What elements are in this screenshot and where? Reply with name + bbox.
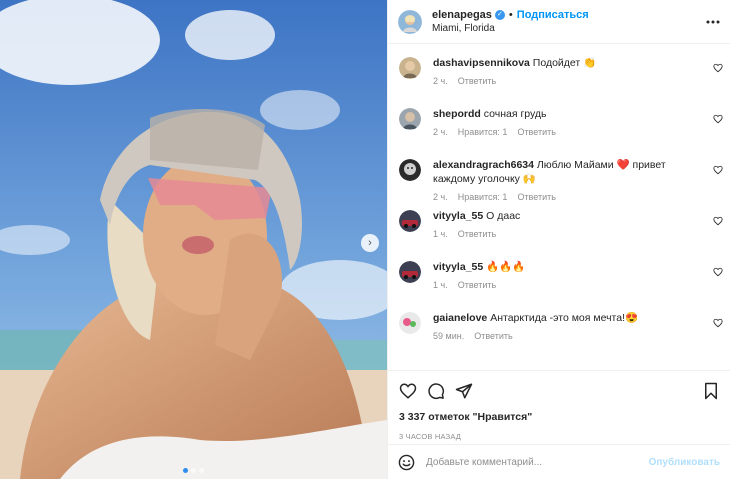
bookmark-icon[interactable] bbox=[702, 382, 720, 400]
share-icon[interactable] bbox=[455, 382, 473, 400]
comment-icon[interactable] bbox=[427, 382, 445, 400]
avatar[interactable] bbox=[399, 159, 421, 181]
comment-time[interactable]: 59 мин. bbox=[433, 331, 464, 341]
like-icon[interactable] bbox=[399, 382, 417, 400]
reply-button[interactable]: Ответить bbox=[517, 127, 555, 137]
comment-item: shepordd сочная грудь 2 ч. Нравится: 1 Отв… bbox=[388, 107, 730, 158]
comment-username[interactable]: vityyla_55 bbox=[433, 210, 483, 222]
heart-icon[interactable] bbox=[713, 267, 723, 277]
likes-count[interactable]: 3 337 отметок "Нравится" bbox=[399, 411, 720, 423]
reply-button[interactable]: Ответить bbox=[474, 331, 512, 341]
instagram-post: › elenapegas ✓ • Подписаться Miami, Flor… bbox=[0, 0, 730, 479]
follow-button[interactable]: Подписаться bbox=[517, 8, 589, 22]
carousel-dot bbox=[199, 468, 204, 473]
heart-icon[interactable] bbox=[713, 63, 723, 73]
comment-text: сочная грудь bbox=[483, 108, 547, 120]
comment-time[interactable]: 1 ч. bbox=[433, 229, 448, 239]
comments-list: dashavipsennikova Подойдет 👏 2 ч. Ответит… bbox=[388, 44, 730, 370]
comment-time[interactable]: 1 ч. bbox=[433, 280, 448, 290]
comment-item: vityyla_55 О даас 1 ч. Ответить bbox=[388, 209, 730, 260]
comment-item: vityyla_55 🔥🔥🔥 1 ч. Ответить bbox=[388, 260, 730, 311]
comment-username[interactable]: gaianelove bbox=[433, 312, 487, 324]
comment-time[interactable]: 2 ч. bbox=[433, 127, 448, 137]
post-actions: 3 337 отметок "Нравится" 3 ЧАСОВ НАЗАД bbox=[388, 370, 730, 441]
heart-icon[interactable] bbox=[713, 216, 723, 226]
location-link[interactable]: Miami, Florida bbox=[432, 22, 589, 36]
author-username[interactable]: elenapegas bbox=[432, 8, 492, 22]
next-image-button[interactable]: › bbox=[361, 234, 379, 252]
comment-username[interactable]: vityyla_55 bbox=[433, 261, 483, 273]
comment-input[interactable] bbox=[426, 456, 649, 468]
comment-username[interactable]: alexandragrach6634 bbox=[433, 159, 534, 171]
heart-icon[interactable] bbox=[713, 165, 723, 175]
comment-text: 🔥🔥🔥 bbox=[486, 261, 526, 273]
reply-button[interactable]: Ответить bbox=[458, 76, 496, 86]
comment-item: dashavipsennikova Подойдет 👏 2 ч. Ответит… bbox=[388, 56, 730, 107]
comment-username[interactable]: dashavipsennikova bbox=[433, 57, 530, 69]
reply-button[interactable]: Ответить bbox=[517, 192, 555, 202]
comment-item: alexandragrach6634 Люблю Майами ❤️ приве… bbox=[388, 158, 730, 209]
comment-item: gaianelove Антарктида -это моя мечта!😍 5… bbox=[388, 311, 730, 362]
comment-likes[interactable]: Нравится: 1 bbox=[458, 127, 508, 137]
comment-text: Антарктида -это моя мечта!😍 bbox=[490, 312, 639, 324]
verified-icon: ✓ bbox=[494, 9, 505, 20]
post-sidebar: elenapegas ✓ • Подписаться Miami, Florid… bbox=[387, 0, 730, 479]
comment-time[interactable]: 2 ч. bbox=[433, 76, 448, 86]
chevron-right-icon: › bbox=[368, 237, 372, 249]
carousel-dot bbox=[191, 468, 196, 473]
carousel-dot bbox=[183, 468, 188, 473]
comment-likes[interactable]: Нравится: 1 bbox=[458, 192, 508, 202]
photo-selfie bbox=[0, 0, 387, 479]
heart-icon[interactable] bbox=[713, 114, 723, 124]
heart-icon[interactable] bbox=[713, 318, 723, 328]
avatar[interactable] bbox=[398, 9, 422, 34]
avatar[interactable] bbox=[399, 108, 421, 130]
emoji-icon[interactable] bbox=[398, 454, 415, 471]
reply-button[interactable]: Ответить bbox=[458, 280, 496, 290]
comment-time[interactable]: 2 ч. bbox=[433, 192, 448, 202]
post-time[interactable]: 3 ЧАСОВ НАЗАД bbox=[399, 432, 720, 441]
avatar[interactable] bbox=[399, 261, 421, 283]
comment-text: О даас bbox=[486, 210, 521, 222]
comment-username[interactable]: shepordd bbox=[433, 108, 481, 120]
avatar[interactable] bbox=[399, 210, 421, 232]
separator: • bbox=[508, 8, 513, 21]
post-header: elenapegas ✓ • Подписаться Miami, Florid… bbox=[388, 0, 730, 44]
carousel-dots bbox=[0, 468, 387, 473]
reply-button[interactable]: Ответить bbox=[458, 229, 496, 239]
post-image[interactable]: › bbox=[0, 0, 387, 479]
avatar[interactable] bbox=[399, 312, 421, 334]
add-comment-bar: Опубликовать bbox=[388, 444, 730, 479]
comment-text: Подойдет 👏 bbox=[532, 57, 597, 69]
avatar[interactable] bbox=[399, 57, 421, 79]
more-options-icon[interactable] bbox=[706, 14, 720, 26]
publish-button[interactable]: Опубликовать bbox=[649, 457, 720, 468]
